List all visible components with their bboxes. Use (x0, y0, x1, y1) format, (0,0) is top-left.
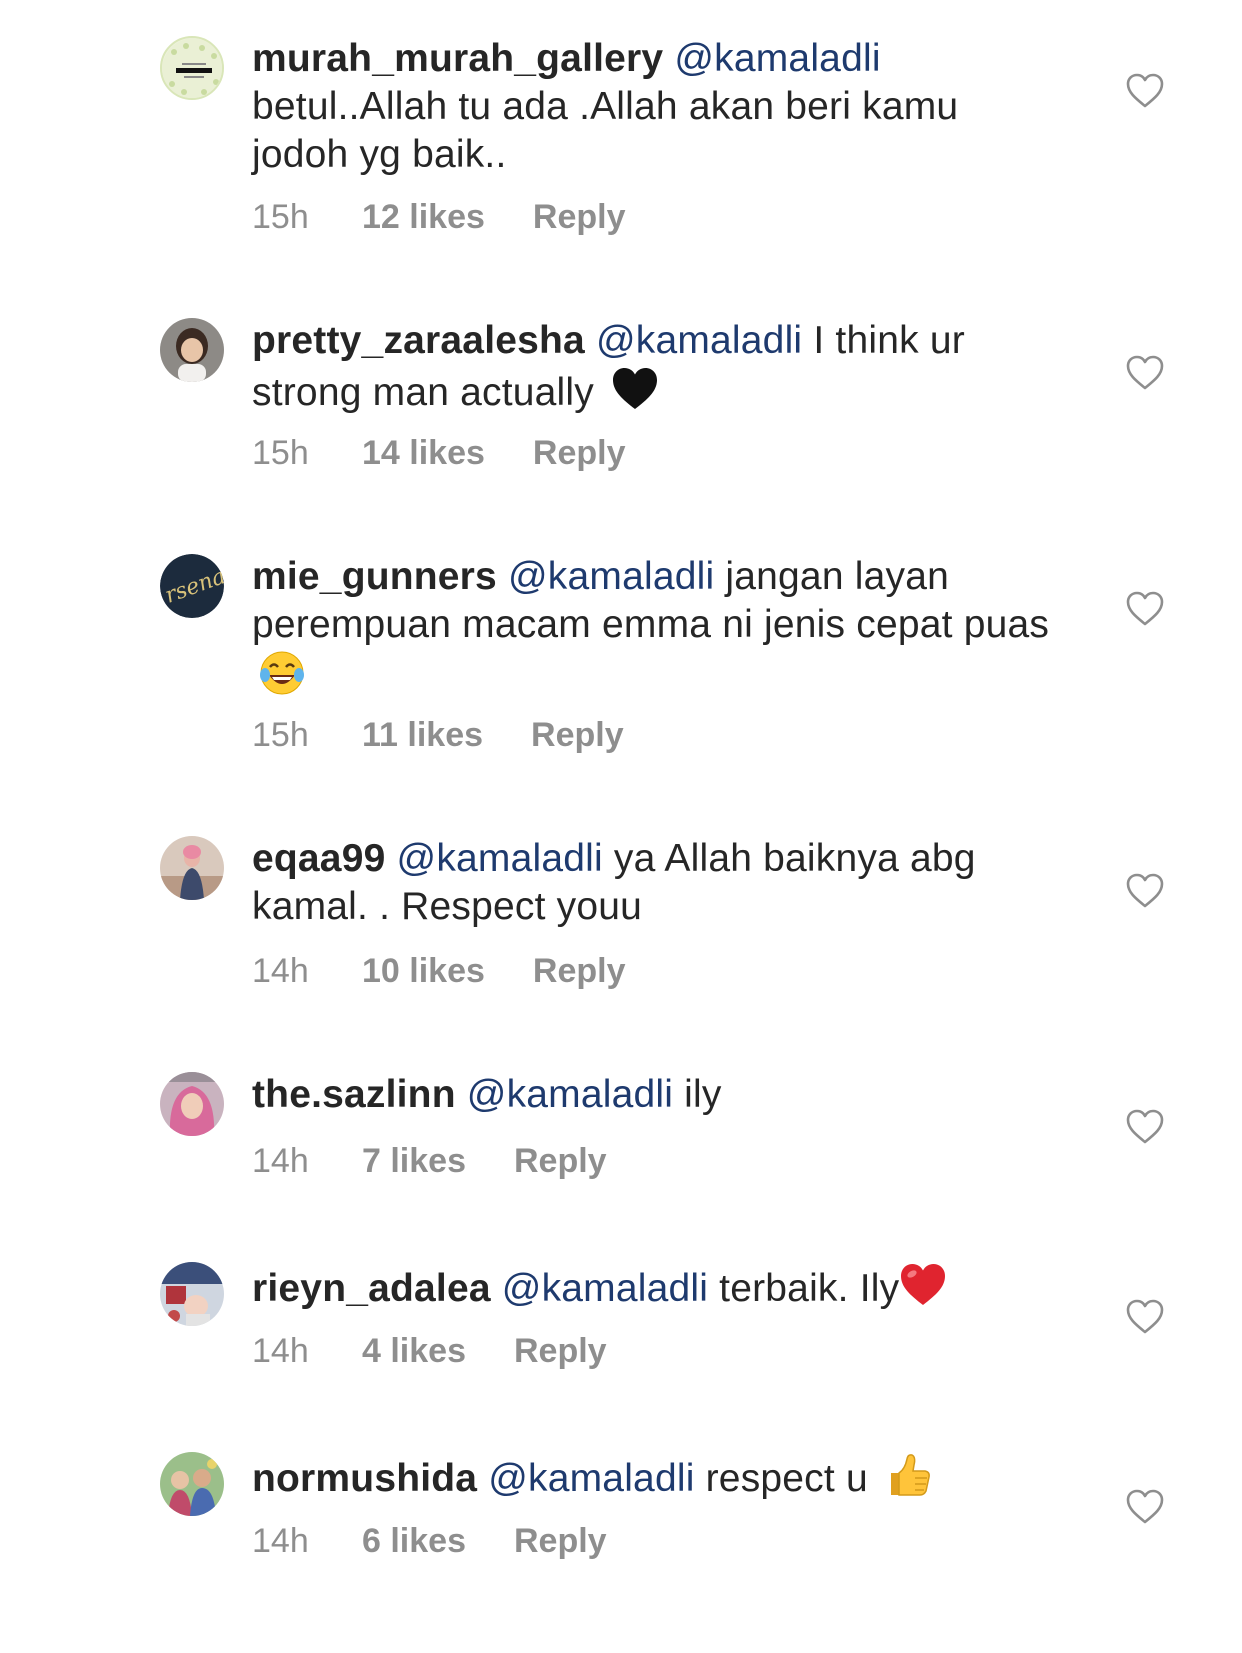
comment-meta: 14h 7 likes Reply (252, 1141, 607, 1181)
comment-text: rieyn_adalea @kamaladli terbaik. Ily (252, 1261, 1052, 1313)
heart-outline-icon[interactable] (1126, 591, 1164, 627)
comment-time: 15h (252, 716, 309, 754)
heart-outline-icon[interactable] (1126, 355, 1164, 391)
comment-username[interactable]: normushida (252, 1457, 477, 1500)
avatar[interactable] (160, 836, 224, 900)
comment-text: eqaa99 @kamaladli ya Allah baiknya abg k… (252, 835, 1052, 931)
avatar[interactable] (160, 36, 224, 100)
comment-time: 14h (252, 1142, 309, 1180)
comment-likes[interactable]: 7 likes (362, 1141, 466, 1181)
comment-time: 15h (252, 434, 309, 472)
comment-mention[interactable]: @kamaladli (508, 555, 714, 598)
reply-button[interactable]: Reply (514, 1331, 607, 1371)
reply-button[interactable]: Reply (533, 433, 626, 473)
comment-username[interactable]: murah_murah_gallery (252, 37, 663, 80)
comment-time: 14h (252, 1522, 309, 1560)
reply-button[interactable]: Reply (514, 1521, 607, 1561)
avatar[interactable] (160, 1452, 224, 1516)
comment-time: 14h (252, 1332, 309, 1370)
comment-time: 14h (252, 952, 309, 990)
comment-username[interactable]: pretty_zaraalesha (252, 319, 585, 362)
heart-outline-icon[interactable] (1126, 73, 1164, 109)
comment-text: the.sazlinn @kamaladli ily (252, 1071, 1052, 1119)
comment-mention[interactable]: @kamaladli (488, 1457, 694, 1500)
comment-mention[interactable]: @kamaladli (596, 319, 802, 362)
heart-outline-icon[interactable] (1126, 1489, 1164, 1525)
reply-button[interactable]: Reply (533, 197, 626, 237)
comment-username[interactable]: rieyn_adalea (252, 1267, 491, 1310)
comment-mention[interactable]: @kamaladli (397, 837, 603, 880)
comment-likes[interactable]: 4 likes (362, 1331, 466, 1371)
comment-username[interactable]: the.sazlinn (252, 1073, 456, 1116)
heart-outline-icon[interactable] (1126, 873, 1164, 909)
comment-meta: 14h 10 likes Reply (252, 951, 625, 991)
comment-body: respect u (705, 1457, 868, 1500)
comment-likes[interactable]: 6 likes (362, 1521, 466, 1561)
comment-meta: 15h 12 likes Reply (252, 197, 625, 237)
red-heart-emoji (899, 1261, 947, 1309)
comment-mention[interactable]: @kamaladli (502, 1267, 708, 1310)
reply-button[interactable]: Reply (531, 715, 624, 755)
comment-body: betul..Allah tu ada .Allah akan beri kam… (252, 85, 959, 176)
thumbs-up-emoji (885, 1451, 933, 1499)
comment-username[interactable]: eqaa99 (252, 837, 385, 880)
comment-text: pretty_zaraalesha @kamaladli I think ur … (252, 317, 1052, 417)
avatar[interactable]: rsena (160, 554, 224, 618)
comment-body: terbaik. Ily (719, 1267, 900, 1310)
comment-meta: 14h 4 likes Reply (252, 1331, 607, 1371)
avatar[interactable] (160, 318, 224, 382)
comment-likes[interactable]: 14 likes (362, 433, 485, 473)
heart-outline-icon[interactable] (1126, 1109, 1164, 1145)
comment-likes[interactable]: 12 likes (362, 197, 485, 237)
comment-username[interactable]: mie_gunners (252, 555, 497, 598)
reply-button[interactable]: Reply (514, 1141, 607, 1181)
comment-meta: 15h 11 likes Reply (252, 715, 624, 755)
comment-likes[interactable]: 10 likes (362, 951, 485, 991)
comment-text: murah_murah_gallery @kamaladli betul..Al… (252, 35, 1052, 179)
reply-button[interactable]: Reply (533, 951, 626, 991)
tears-of-joy-emoji (258, 649, 306, 697)
comment-body: ily (684, 1073, 722, 1116)
comment-text: normushida @kamaladli respect u (252, 1451, 1052, 1503)
avatar[interactable] (160, 1262, 224, 1326)
black-heart-emoji (611, 365, 659, 413)
comment-time: 15h (252, 198, 309, 236)
comment-mention[interactable]: @kamaladli (674, 37, 880, 80)
heart-outline-icon[interactable] (1126, 1299, 1164, 1335)
comment-meta: 14h 6 likes Reply (252, 1521, 607, 1561)
comment-meta: 15h 14 likes Reply (252, 433, 625, 473)
comment-text: mie_gunners @kamaladli jangan layan pere… (252, 553, 1052, 701)
comment-likes[interactable]: 11 likes (362, 715, 483, 755)
comment-mention[interactable]: @kamaladli (467, 1073, 673, 1116)
avatar[interactable] (160, 1072, 224, 1136)
